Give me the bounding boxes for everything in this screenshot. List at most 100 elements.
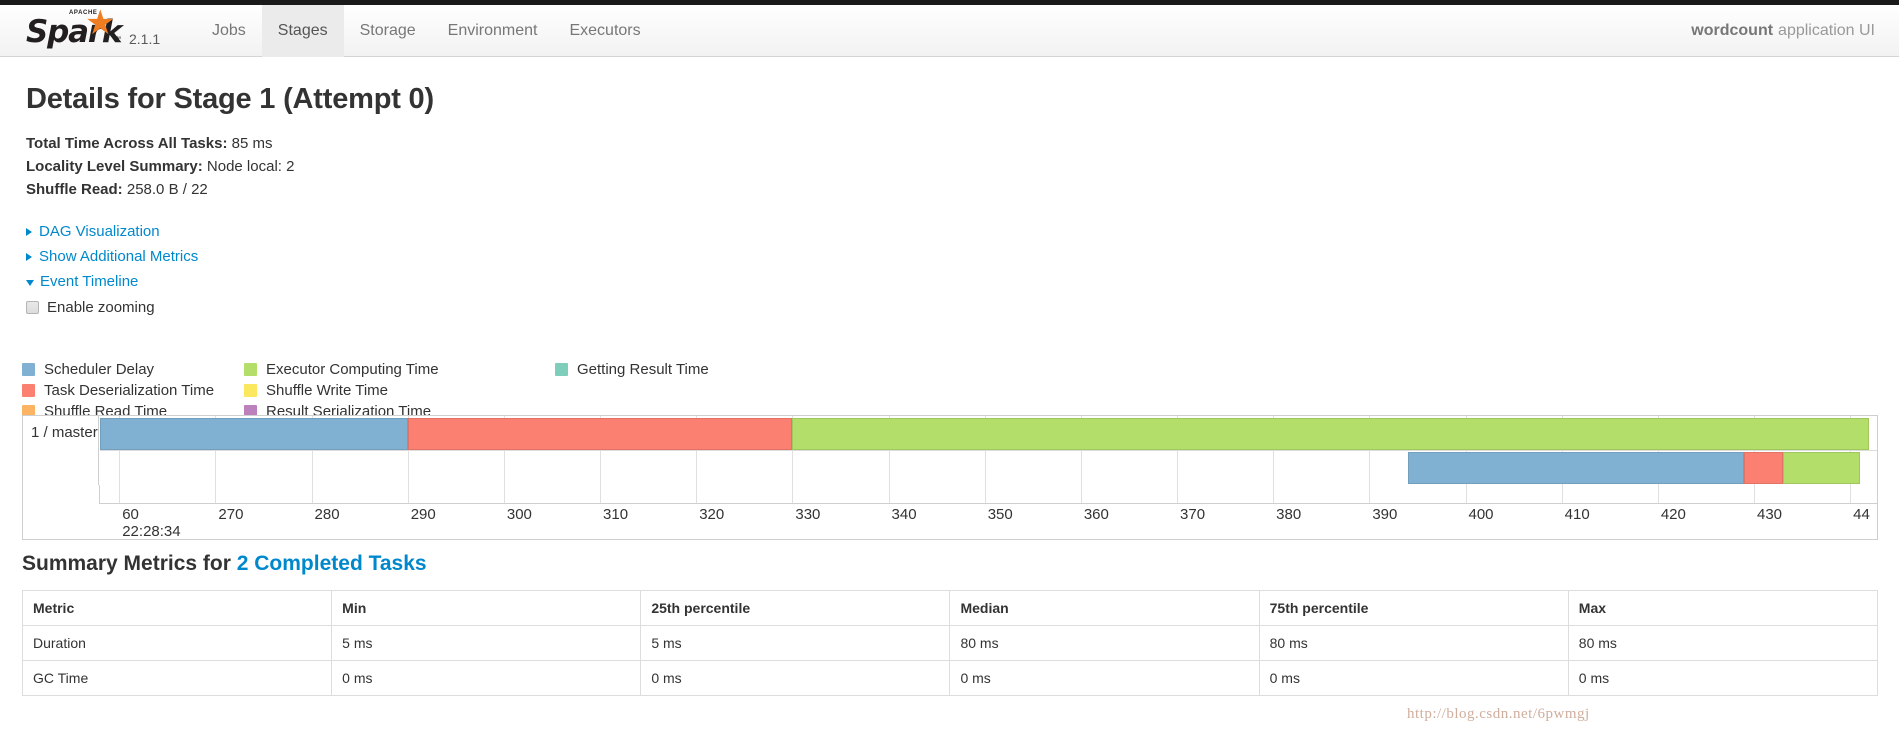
application-ui-suffix: application UI bbox=[1778, 22, 1875, 39]
axis-tickline bbox=[1465, 485, 1467, 503]
timeline-bar-segment[interactable] bbox=[100, 418, 408, 450]
axis-tickline bbox=[1273, 485, 1275, 503]
cell-min: 0 ms bbox=[331, 660, 642, 696]
legend-column-3: Getting Result Time bbox=[555, 359, 709, 422]
timeline-plot-area[interactable] bbox=[100, 416, 1877, 485]
application-ui-label: wordcount application UI bbox=[1691, 5, 1875, 57]
tab-environment[interactable]: Environment bbox=[432, 5, 554, 57]
legend-swatch-icon bbox=[244, 384, 257, 397]
stage-summary-list: Total Time Across All Tasks: 85 ms Local… bbox=[26, 132, 1899, 201]
summary-metrics-title: Summary Metrics for 2 Completed Tasks bbox=[22, 552, 427, 576]
summary-locality-value: Node local: 2 bbox=[206, 158, 295, 175]
toggle-dag-visualization-label: DAG Visualization bbox=[39, 223, 160, 240]
legend-label: Task Deserialization Time bbox=[44, 382, 215, 399]
legend-swatch-icon bbox=[22, 384, 35, 397]
toggle-show-additional-metrics[interactable]: Show Additional Metrics bbox=[26, 244, 1899, 269]
table-header-row: Metric Min 25th percentile Median 75th p… bbox=[21, 590, 1879, 626]
column-header-min[interactable]: Min bbox=[331, 590, 642, 626]
axis-tick-label: 320 bbox=[699, 506, 725, 523]
axis-tickline bbox=[503, 485, 505, 503]
toggle-event-timeline[interactable]: Event Timeline bbox=[26, 269, 1899, 294]
enable-zooming-row[interactable]: Enable zooming bbox=[26, 296, 1899, 318]
nav-items: Jobs Stages Storage Environment Executor… bbox=[196, 5, 657, 57]
axis-tickline bbox=[1850, 485, 1852, 503]
column-header-25th[interactable]: 25th percentile bbox=[640, 590, 951, 626]
axis-tick-label: 360 bbox=[1083, 506, 1109, 523]
legend-label: Getting Result Time bbox=[577, 361, 709, 378]
column-header-75th[interactable]: 75th percentile bbox=[1258, 590, 1569, 626]
tab-storage[interactable]: Storage bbox=[344, 5, 432, 57]
legend-label: Scheduler Delay bbox=[44, 361, 155, 378]
axis-tick-label: 410 bbox=[1564, 506, 1590, 523]
axis-tick-label: 330 bbox=[795, 506, 821, 523]
axis-tickline bbox=[311, 485, 313, 503]
column-header-max[interactable]: Max bbox=[1567, 590, 1879, 626]
column-header-metric[interactable]: Metric bbox=[21, 590, 333, 626]
axis-tick-label: 270 bbox=[218, 506, 244, 523]
star-icon: ★ bbox=[85, 4, 116, 42]
cell-max: 80 ms bbox=[1567, 625, 1879, 661]
timeline-bar-segment[interactable] bbox=[1407, 452, 1745, 484]
tab-stages[interactable]: Stages bbox=[261, 5, 344, 57]
navbar: Spark APACHE ★ ™ 2.1.1 Jobs Stages Stora… bbox=[0, 5, 1899, 57]
cell-median: 80 ms bbox=[949, 625, 1260, 661]
timeline-row-label: 1 / master bbox=[31, 424, 98, 441]
enable-zooming-label: Enable zooming bbox=[47, 298, 155, 316]
axis-tickline bbox=[1753, 485, 1755, 503]
timeline-bar-segment[interactable] bbox=[1782, 452, 1860, 484]
axis-tick-label: 280 bbox=[314, 506, 340, 523]
trademark-icon: ™ bbox=[114, 36, 121, 43]
axis-tickline bbox=[119, 485, 121, 503]
cell-75th: 0 ms bbox=[1258, 660, 1569, 696]
legend-label: Executor Computing Time bbox=[266, 361, 439, 378]
axis-tick-label: 340 bbox=[891, 506, 917, 523]
tab-executors[interactable]: Executors bbox=[553, 5, 656, 57]
axis-tickline bbox=[1657, 485, 1659, 503]
toggle-dag-visualization[interactable]: DAG Visualization bbox=[26, 219, 1899, 244]
axis-baseline bbox=[100, 503, 1877, 504]
timeline-bar-segment[interactable] bbox=[1744, 452, 1783, 484]
timeline-legend: Scheduler Delay Task Deserialization Tim… bbox=[22, 359, 709, 422]
axis-tickline bbox=[1561, 485, 1563, 503]
summary-shuffle-read: Shuffle Read: 258.0 B / 22 bbox=[26, 178, 1899, 201]
timeline-row-label-column: 1 / master bbox=[23, 416, 99, 485]
event-timeline-chart[interactable]: 1 / master bbox=[22, 415, 1878, 485]
legend-column-2: Executor Computing Time Shuffle Write Ti… bbox=[244, 359, 555, 422]
axis-tickline bbox=[1177, 485, 1179, 503]
timeline-bar-segment[interactable] bbox=[792, 418, 1870, 450]
toggle-list: DAG Visualization Show Additional Metric… bbox=[26, 219, 1899, 294]
legend-swatch-icon bbox=[22, 363, 35, 376]
summary-locality: Locality Level Summary: Node local: 2 bbox=[26, 155, 1899, 178]
chevron-right-icon bbox=[26, 252, 32, 261]
spark-brand-logo[interactable]: Spark APACHE ★ ™ 2.1.1 bbox=[26, 4, 160, 53]
cell-min: 5 ms bbox=[331, 625, 642, 661]
table-row: Duration 5 ms 5 ms 80 ms 80 ms 80 ms bbox=[21, 625, 1879, 661]
cell-metric: Duration bbox=[21, 625, 333, 661]
toggle-event-timeline-label: Event Timeline bbox=[40, 273, 139, 290]
cell-25th: 0 ms bbox=[640, 660, 951, 696]
legend-column-1: Scheduler Delay Task Deserialization Tim… bbox=[22, 359, 244, 422]
completed-tasks-link[interactable]: 2 Completed Tasks bbox=[237, 552, 427, 575]
timeline-row-divider bbox=[100, 450, 1877, 451]
timeline-bar-segment[interactable] bbox=[407, 418, 793, 450]
legend-item-scheduler-delay: Scheduler Delay bbox=[22, 359, 244, 380]
spark-logo-icon: Spark APACHE ★ ™ bbox=[26, 4, 124, 53]
axis-tickline bbox=[792, 485, 794, 503]
cell-median: 0 ms bbox=[949, 660, 1260, 696]
axis-tickline bbox=[407, 485, 409, 503]
axis-tickline bbox=[984, 485, 986, 503]
axis-tick-label: 290 bbox=[410, 506, 436, 523]
axis-tick-label: 300 bbox=[506, 506, 532, 523]
column-header-median[interactable]: Median bbox=[949, 590, 1260, 626]
axis-tick-label: 350 bbox=[987, 506, 1013, 523]
axis-tickline bbox=[600, 485, 602, 503]
axis-base-time-label: 22:28:34 bbox=[122, 523, 181, 540]
axis-column-separator bbox=[99, 485, 100, 504]
legend-item-shuffle-write-time: Shuffle Write Time bbox=[244, 380, 555, 401]
tab-jobs[interactable]: Jobs bbox=[196, 5, 262, 57]
axis-tick-label: 400 bbox=[1468, 506, 1494, 523]
enable-zooming-checkbox[interactable] bbox=[26, 300, 39, 314]
cell-25th: 5 ms bbox=[640, 625, 951, 661]
chevron-right-icon bbox=[26, 227, 32, 236]
chevron-down-icon bbox=[26, 279, 34, 286]
